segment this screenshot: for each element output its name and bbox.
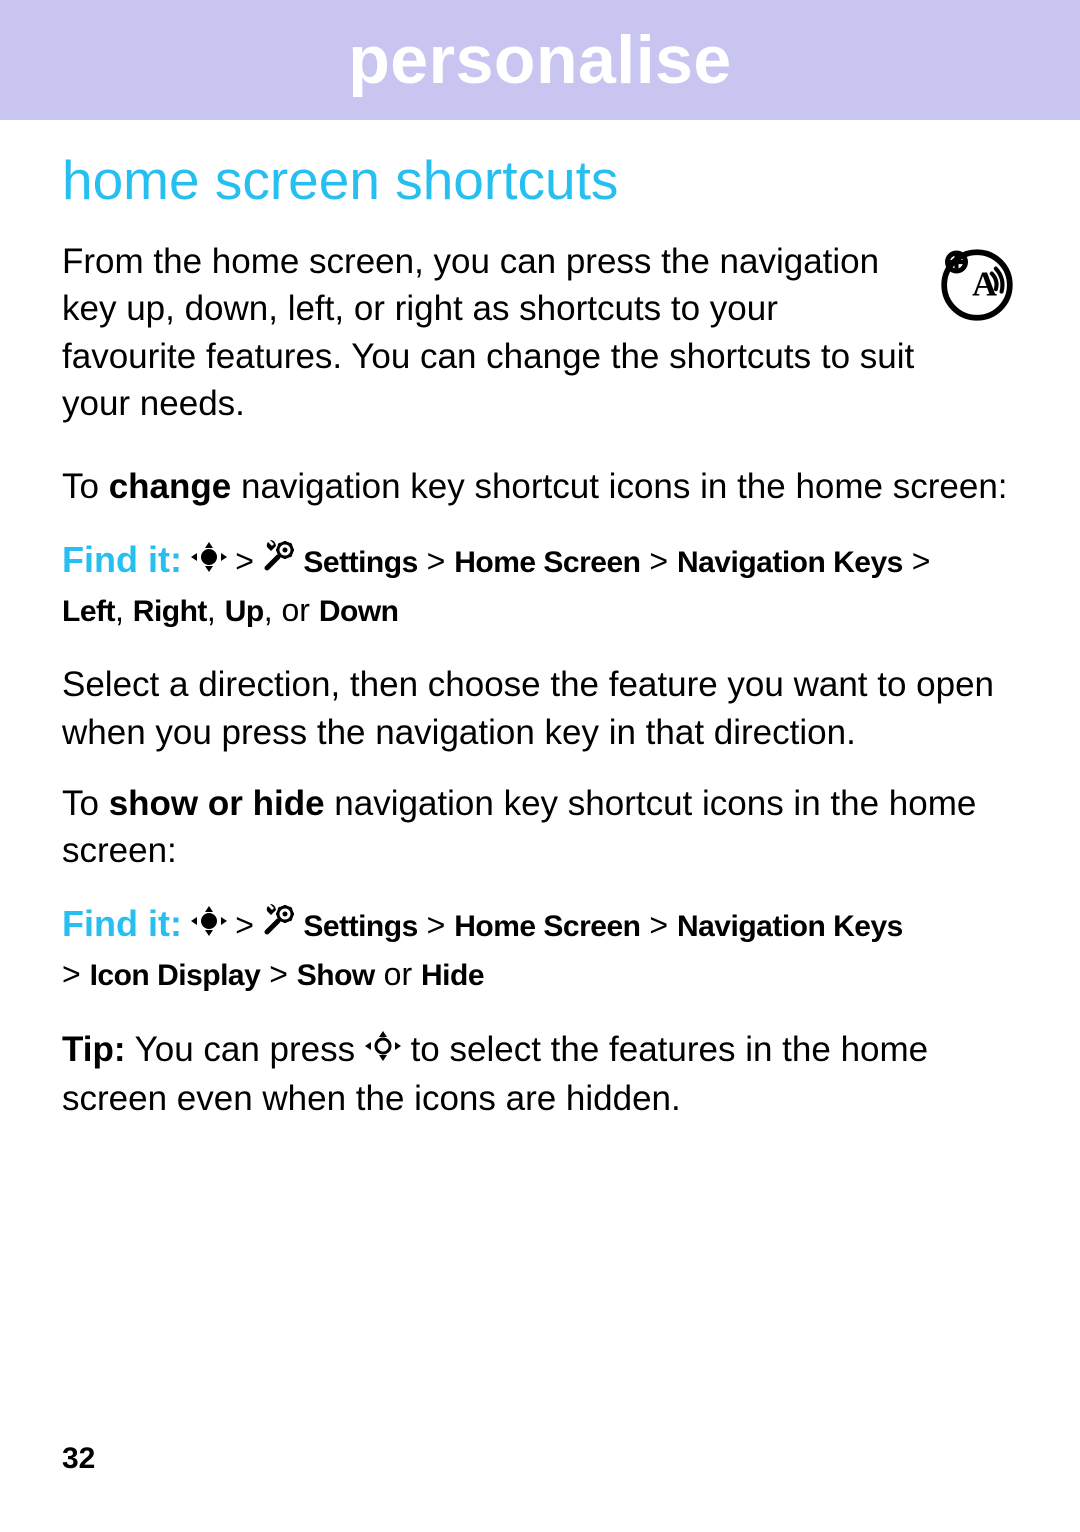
- path-settings: Settings: [303, 910, 417, 943]
- path-home-screen: Home Screen: [454, 910, 640, 943]
- page-number: 32: [62, 1442, 95, 1476]
- text: navigation key shortcut icons in the hom…: [231, 467, 1007, 506]
- text: You can press: [126, 1030, 365, 1069]
- personalise-feature-icon: A: [936, 244, 1018, 326]
- separator: >: [640, 907, 676, 943]
- text: To: [62, 784, 109, 823]
- path-settings: Settings: [303, 546, 417, 579]
- path-right: Right: [133, 595, 207, 628]
- separator: >: [62, 956, 90, 992]
- svg-text:A: A: [972, 266, 997, 304]
- path-down: Down: [319, 595, 399, 628]
- separator: >: [903, 543, 931, 579]
- separator: ,: [264, 592, 282, 628]
- change-bold: change: [109, 467, 232, 506]
- show-hide-paragraph: To show or hide navigation key shortcut …: [62, 780, 1018, 875]
- separator: >: [235, 543, 263, 579]
- tip-label: Tip:: [62, 1030, 126, 1069]
- nav-key-solid-icon: [191, 540, 227, 585]
- path-nav-keys: Navigation Keys: [677, 546, 903, 579]
- find-it-label: Find it:: [62, 539, 182, 580]
- separator: >: [418, 907, 454, 943]
- or-text: or: [375, 956, 421, 992]
- separator: ,: [207, 592, 225, 628]
- path-show: Show: [297, 959, 375, 992]
- separator: >: [640, 543, 676, 579]
- path-left: Left: [62, 595, 115, 628]
- separator: >: [235, 907, 263, 943]
- nav-key-solid-icon: [191, 904, 227, 949]
- settings-tools-icon: [263, 540, 295, 585]
- find-it-label: Find it:: [62, 903, 182, 944]
- or-text: or: [281, 592, 318, 628]
- path-home-screen: Home Screen: [454, 546, 640, 579]
- tip-paragraph: Tip: You can press to select the feature…: [62, 1026, 1018, 1123]
- show-hide-bold: show or hide: [109, 784, 325, 823]
- intro-paragraph: From the home screen, you can press the …: [62, 238, 916, 427]
- path-icon-display: Icon Display: [90, 959, 261, 992]
- path-hide: Hide: [421, 959, 484, 992]
- find-it-path-2: Find it: > Settings > Home Screen > Navi…: [62, 898, 1018, 997]
- text: To: [62, 467, 109, 506]
- chapter-header: personalise: [0, 0, 1080, 120]
- nav-key-outline-icon: [365, 1026, 401, 1073]
- path-up: Up: [225, 595, 264, 628]
- separator: >: [418, 543, 454, 579]
- settings-tools-icon: [263, 904, 295, 949]
- find-it-path-1: Find it: > Settings > Home Screen > Navi…: [62, 534, 1018, 633]
- path-nav-keys: Navigation Keys: [677, 910, 903, 943]
- intro-row: From the home screen, you can press the …: [62, 238, 1018, 427]
- chapter-title: personalise: [348, 21, 731, 99]
- page-content: home screen shortcuts From the home scre…: [0, 120, 1080, 1122]
- select-paragraph: Select a direction, then choose the feat…: [62, 661, 1018, 756]
- section-title: home screen shortcuts: [62, 148, 1018, 212]
- separator: >: [260, 956, 296, 992]
- change-paragraph: To change navigation key shortcut icons …: [62, 463, 1018, 510]
- separator: ,: [115, 592, 133, 628]
